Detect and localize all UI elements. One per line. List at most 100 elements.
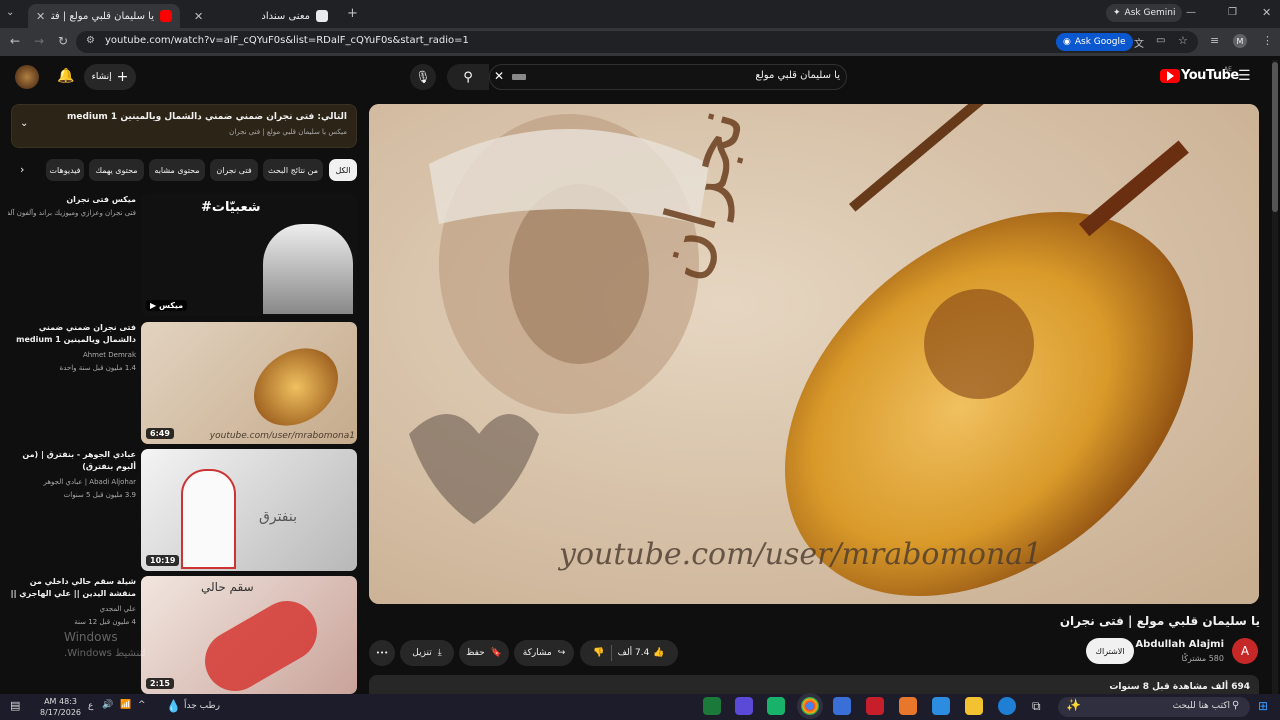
download-button[interactable]: ⤓ تنزيل [400,640,454,666]
dislike-button[interactable]: 👎 [593,648,604,658]
maximize-icon[interactable]: ❐ [1228,7,1237,18]
start-windows-icon[interactable]: ⊞ [1258,699,1268,713]
related-title[interactable]: فتى نجران ضمني ضمني دالشمال ويالمينين 1 … [8,322,136,346]
weather-text[interactable]: رطب جداً [184,701,220,711]
notifications-icon[interactable]: ▤ [10,699,20,712]
notifications-bell-icon[interactable]: 🔔 [57,68,74,84]
close-tab-icon[interactable]: ✕ [36,10,45,23]
taskbar-search-input[interactable]: اكتب هنا للبحث [1100,701,1230,711]
ask-gemini-button[interactable]: ✦ Ask Gemini [1106,4,1183,22]
share-button[interactable]: ↪ مشاركة [514,640,574,666]
create-button[interactable]: إنشاء + [84,64,136,90]
app-icon[interactable] [866,697,884,715]
tray-overflow-icon[interactable]: ^ [138,700,146,710]
chip-fata-najran[interactable]: فتى نجران [210,159,258,181]
play-triangle-icon [1167,71,1174,81]
share-label: مشاركة [522,648,552,658]
download-label: تنزيل [412,648,432,658]
chip-for-you[interactable]: محتوى يهمك [89,159,144,181]
related-thumbnail[interactable]: youtube.com/user/mrabomona1 6:49 [141,322,357,444]
related-thumbnail[interactable]: بنفترق 10:19 [141,449,357,571]
clear-search-icon[interactable]: ✕ [494,69,504,83]
app-icon[interactable] [899,697,917,715]
playlist-icon: ▶ [150,301,159,310]
related-thumbnail[interactable]: #شعبيّات ▶ ميكس [141,194,357,316]
minimize-icon[interactable]: — [1186,7,1196,18]
up-next-card[interactable] [11,104,357,148]
close-window-icon[interactable]: ✕ [1262,6,1271,19]
hamburger-menu-icon[interactable]: ☰ [1238,68,1251,84]
search-input[interactable]: يا سليمان قلبي مولع [560,70,840,81]
input-language[interactable]: ع [88,701,93,711]
forward-icon[interactable]: → [34,34,44,48]
tab-youtube[interactable]: يا سليمان قلبي مولع | فتى نجران ✕ [28,4,180,28]
chip-videos[interactable]: فيديوهات [46,159,84,181]
chrome-app-icon[interactable] [801,697,819,715]
mix-badge-label: ميكس [158,301,184,310]
tab-list-icon[interactable]: ⌄ [6,7,14,18]
thumb-text: سقم حالي [201,580,254,594]
like-button[interactable]: 👍 7.4 ألف [618,648,665,658]
chevron-down-icon[interactable]: ⌄ [20,118,28,129]
chip-similar[interactable]: محتوى مشابه [149,159,205,181]
thumbs-down-icon: 👎 [593,648,605,658]
store-app-icon[interactable] [833,697,851,715]
related-thumbnail[interactable]: سقم حالي 2:15 [141,576,357,694]
volume-icon[interactable]: 🔊 [102,700,113,710]
clock[interactable]: AM 48:3 8/17/2026 [40,696,81,718]
task-view-icon[interactable]: ⧉ [1032,699,1041,714]
account-avatar[interactable] [15,65,39,89]
scrollbar-thumb[interactable] [1272,62,1278,212]
save-button[interactable]: 🔖 حفظ [459,640,509,666]
bookmark-star-icon[interactable]: ☆ [1178,34,1188,47]
thumb-text: #شعبيّات [201,200,261,215]
chip-from-search[interactable]: من نتائج البحث [263,159,323,181]
file-explorer-icon[interactable] [965,697,983,715]
like-count: 7.4 ألف [617,648,650,658]
youtube-favicon-icon [160,10,172,22]
browser-menu-icon[interactable]: ⋮ [1262,34,1273,47]
video-player[interactable]: فتى نجران youtube.com/user/mrabomona1 [369,104,1259,604]
profile-avatar[interactable]: M [1233,34,1247,48]
tab-search[interactable]: معنى سنداد ✕ [186,4,336,28]
channel-avatar[interactable]: A [1232,638,1258,664]
new-tab-button[interactable]: + [347,6,358,21]
translate-icon[interactable]: 文 [1134,35,1144,50]
url-text[interactable]: youtube.com/watch?v=alF_cQYuF0s&list=RDa… [105,35,469,46]
plus-icon: + [116,69,129,85]
back-icon[interactable]: ← [10,34,20,48]
related-title[interactable]: ميكس فتى نجران [8,194,136,206]
tab-title: يا سليمان قلبي مولع | فتى نجران [51,10,154,22]
app-icon[interactable] [767,697,785,715]
chevron-right-icon[interactable]: › [20,163,24,176]
related-title[interactable]: شيلة سقم حالي داخلي من منقشة اليدين || ع… [8,576,136,600]
reading-list-icon[interactable]: ≡ [1210,34,1219,47]
subscribe-button[interactable]: الاشتراك [1086,638,1134,664]
bookmark-icon: 🔖 [490,648,502,658]
ask-google-button[interactable]: ◉ Ask Google [1056,33,1133,51]
cast-icon[interactable]: ▭ [1156,35,1165,46]
more-actions-button[interactable]: ••• [369,640,395,666]
mail-app-icon[interactable] [932,697,950,715]
wifi-icon[interactable]: 📶 [120,700,131,710]
duration-badge: 10:19 [146,555,180,566]
chip-all[interactable]: الكل [329,159,357,181]
thumb-watermark: youtube.com/user/mrabomona1 [209,431,355,441]
thumb-figure [263,224,353,314]
voice-search-button[interactable]: 🎙 [410,64,436,90]
close-tab-icon[interactable]: ✕ [194,10,203,23]
reload-icon[interactable]: ↻ [58,34,68,48]
terminal-app-icon[interactable] [703,697,721,715]
ask-gemini-label: Ask Gemini [1124,8,1176,18]
google-favicon-icon [316,10,328,22]
app-icon[interactable] [735,697,753,715]
search-icon: ⚲ [463,69,473,85]
weather-icon[interactable]: 💧 [166,699,181,713]
related-title[interactable]: عبادي الجوهر - بنفترق | (من ألبوم بنفترق… [8,449,136,473]
search-button[interactable]: ⚲ [447,64,489,90]
edge-app-icon[interactable] [998,697,1016,715]
related-channel: Ahmet Demrak [82,351,136,359]
site-info-icon[interactable]: ⚙ [86,35,95,46]
keyboard-icon[interactable] [512,74,526,80]
up-next-title: التالي: فتى نجران ضمني ضمني دالشمال ويال… [66,112,347,122]
